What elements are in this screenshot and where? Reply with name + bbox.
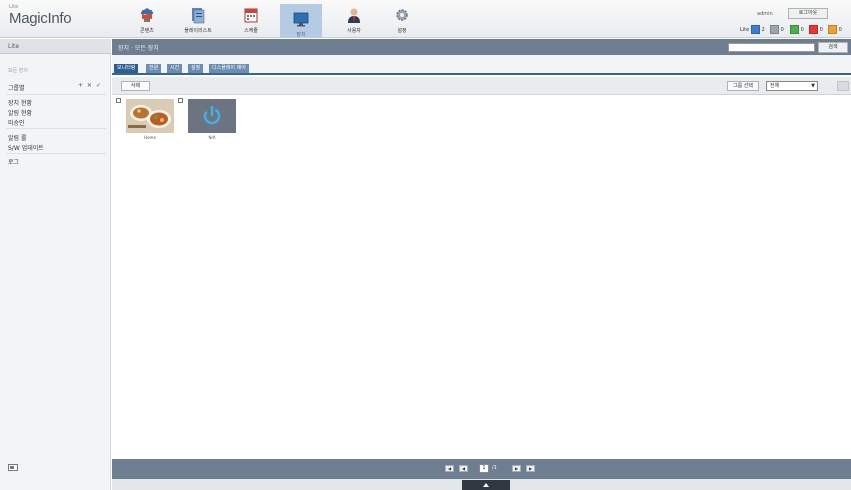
- nav-device[interactable]: 장치: [280, 4, 322, 38]
- sidebar-group-label[interactable]: 그룹별: [8, 83, 25, 92]
- tab-power[interactable]: 전원: [146, 64, 162, 73]
- nav-playlist[interactable]: 플레이리스트: [178, 6, 218, 36]
- expand-panel-icon[interactable]: [462, 480, 510, 490]
- sidebar-divider: [6, 153, 106, 154]
- status-count: 0: [819, 27, 823, 33]
- disconnected-icon: [770, 25, 779, 34]
- nav-settings[interactable]: 설정: [382, 6, 422, 36]
- logout-button[interactable]: 로그아웃: [788, 8, 828, 19]
- device-checkbox[interactable]: [116, 98, 121, 103]
- warning-icon: [828, 25, 837, 34]
- sidebar-header: Lite: [0, 39, 111, 54]
- error-icon: [809, 25, 818, 34]
- main-panel: 장치 · 모든 장치 검색 모니터링 전원 시간 설정 디스플레이 제어 삭제 …: [112, 39, 851, 490]
- status-connected[interactable]: 2: [751, 25, 765, 35]
- delete-button[interactable]: 삭제: [121, 81, 150, 91]
- sidebar: Lite 모든 장치 그룹별 + ✕ ✓ 장치 현황 알림 현황 미승인 알림 …: [0, 39, 111, 490]
- nav-content[interactable]: 콘텐츠: [127, 6, 167, 36]
- search-button[interactable]: 검색: [818, 42, 848, 53]
- top-header: Lite MagicInfo 콘텐츠 플레이리스트 스케줄 장치 사용자 설정 …: [0, 0, 851, 38]
- magicinfo-logo: MagicInfo: [9, 10, 72, 27]
- sidebar-divider: [6, 94, 106, 95]
- breadcrumb-bar: 장치 · 모든 장치 검색: [112, 39, 851, 55]
- toolbar-option-button[interactable]: [837, 81, 849, 91]
- toolbar: 삭제 그룹 선택 전체 ▼: [112, 77, 851, 95]
- chevron-down-icon: ▼: [811, 83, 815, 89]
- normal-icon: [790, 25, 799, 34]
- status-normal[interactable]: 0: [790, 25, 804, 35]
- nav-schedule-label: 스케줄: [244, 28, 258, 34]
- schedule-icon: [244, 8, 258, 23]
- view-filter-value: 전체: [770, 83, 780, 89]
- tab-display-control[interactable]: 디스플레이 제어: [209, 64, 249, 73]
- tab-bar: 모니터링 전원 시간 설정 디스플레이 제어: [112, 55, 851, 75]
- device-name: N/A: [208, 135, 216, 140]
- sidebar-item-unapproved[interactable]: 미승인: [8, 118, 25, 127]
- last-page-icon[interactable]: ▶: [526, 465, 535, 472]
- sidebar-item-alert-rules[interactable]: 알림 룰: [8, 133, 26, 142]
- nav-content-label: 콘텐츠: [140, 28, 154, 34]
- collapse-sidebar-icon[interactable]: [8, 464, 18, 471]
- status-count: 2: [761, 27, 765, 33]
- prev-page-icon[interactable]: ◀: [459, 465, 468, 472]
- playlist-icon: [192, 8, 205, 24]
- tab-time[interactable]: 시간: [167, 64, 183, 73]
- first-page-icon[interactable]: ◀: [445, 465, 454, 472]
- device-card[interactable]: Home: [116, 98, 176, 144]
- status-warning[interactable]: 0: [828, 25, 842, 35]
- nav-user-label: 사용자: [347, 28, 361, 34]
- nav-schedule[interactable]: 스케줄: [231, 6, 271, 36]
- food-thumbnail: [126, 99, 174, 133]
- device-icon: [293, 12, 309, 27]
- sidebar-divider: [6, 128, 106, 129]
- next-page-icon[interactable]: ▶: [512, 465, 521, 472]
- sidebar-item-sw-update[interactable]: S/W 업데이트: [8, 143, 44, 152]
- view-filter-select[interactable]: 전체 ▼: [766, 81, 818, 91]
- page-number-input[interactable]: 1: [479, 464, 489, 473]
- sidebar-item-log[interactable]: 로그: [8, 157, 19, 166]
- nav-device-label: 장치: [296, 32, 306, 38]
- status-count: 0: [838, 27, 842, 33]
- tab-monitoring[interactable]: 모니터링: [114, 64, 139, 73]
- page-total: /1: [492, 465, 497, 471]
- content-icon: [141, 8, 153, 22]
- group-tools[interactable]: + ✕ ✓: [78, 82, 102, 89]
- nav-playlist-label: 플레이리스트: [184, 28, 212, 34]
- user-icon: [348, 8, 360, 23]
- tab-settings[interactable]: 설정: [188, 64, 204, 73]
- device-name: Home: [144, 135, 156, 140]
- device-checkbox[interactable]: [178, 98, 183, 103]
- connected-icon: [751, 25, 760, 34]
- search-input[interactable]: [728, 43, 815, 52]
- sidebar-item-alert-status[interactable]: 알림 현황: [8, 108, 32, 117]
- status-prefix: Lite: [740, 27, 750, 33]
- nav-user[interactable]: 사용자: [334, 6, 374, 36]
- status-error[interactable]: 0: [809, 25, 823, 35]
- device-card[interactable]: N/A: [178, 98, 238, 144]
- status-disconnected[interactable]: 0: [770, 25, 784, 35]
- pagination-bar: ◀ ◀ 1 /1 ▶ ▶: [112, 459, 851, 479]
- status-count: 0: [800, 27, 804, 33]
- sidebar-item-all-devices[interactable]: 모든 장치: [8, 67, 28, 74]
- breadcrumb: 장치 · 모든 장치: [118, 45, 159, 52]
- sidebar-item-device-status[interactable]: 장치 현황: [8, 98, 32, 107]
- group-select-button[interactable]: 그룹 선택: [727, 81, 759, 91]
- settings-icon: [396, 9, 408, 21]
- status-count: 0: [780, 27, 784, 33]
- sidebar-title: Lite: [8, 43, 20, 50]
- current-user: admin: [757, 11, 773, 17]
- power-icon: [188, 99, 236, 133]
- nav-settings-label: 설정: [397, 28, 407, 34]
